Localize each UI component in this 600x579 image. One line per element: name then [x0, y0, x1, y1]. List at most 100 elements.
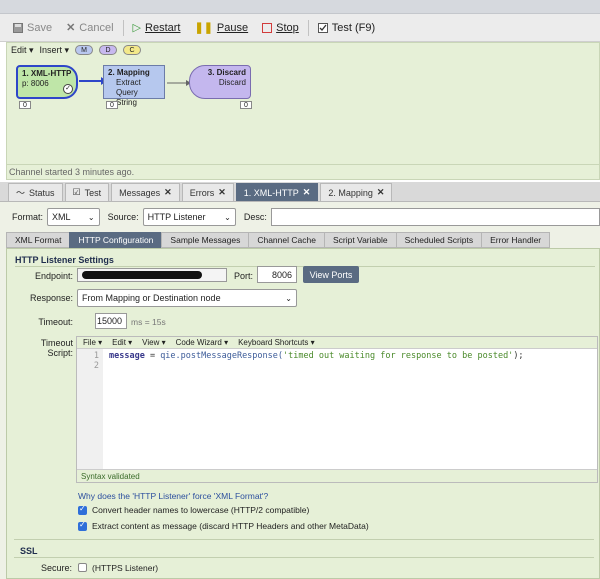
test-button[interactable]: Test (F9) — [311, 17, 382, 39]
close-icon[interactable]: ✕ — [218, 187, 226, 198]
flow-arrow — [167, 80, 191, 86]
tab-errors[interactable]: Errors ✕ — [181, 183, 234, 201]
mapping-pill[interactable]: M — [75, 45, 94, 55]
window-top-strip — [0, 0, 600, 14]
tab-status-label: Status — [29, 187, 55, 198]
tab-mapping-label: 2. Mapping — [328, 187, 373, 198]
chevron-down-icon: ⌄ — [285, 293, 292, 303]
secure-label: Secure: — [40, 563, 72, 573]
subtab-error-handler[interactable]: Error Handler — [481, 232, 551, 248]
cancel-button[interactable]: ✕ Cancel — [59, 17, 120, 39]
channel-tabs: 〜 Status ☑ Test Messages ✕ Errors ✕ 1. X… — [0, 182, 600, 202]
mapping-node[interactable]: 2. Mapping Extract Query String — [103, 65, 165, 107]
editor-menu-code-wizard[interactable]: Code Wizard ▾ — [176, 338, 228, 347]
pause-button[interactable]: ❚❚ Pause — [187, 17, 255, 39]
mapping-node-title: 2. Mapping — [108, 68, 150, 77]
close-icon[interactable]: ✕ — [164, 187, 172, 198]
save-label: Save — [27, 21, 53, 34]
response-select[interactable]: From Mapping or Destination node ⌄ — [77, 289, 297, 307]
restart-button[interactable]: ▷ Restart — [126, 17, 188, 39]
subtab-channel-cache[interactable]: Channel Cache — [248, 232, 324, 248]
secure-checkbox[interactable] — [78, 563, 87, 572]
stop-label: Stop — [276, 21, 299, 34]
save-button[interactable]: Save — [6, 17, 59, 39]
tab-messages[interactable]: Messages ✕ — [111, 183, 180, 201]
node-editor: Format: XML ⌄ Source: HTTP Listener ⌄ De… — [0, 202, 600, 579]
subtab-script-variable[interactable]: Script Variable — [323, 232, 396, 248]
node-settings-row: Format: XML ⌄ Source: HTTP Listener ⌄ De… — [0, 206, 600, 228]
test-label: Test (F9) — [331, 21, 376, 34]
format-select[interactable]: XML ⌄ — [47, 208, 100, 226]
insert-menu[interactable]: Insert ▾ — [40, 45, 70, 56]
canvas-menu: Edit ▾ Insert ▾ M D C — [7, 43, 599, 57]
code-token-function: qie.postMessageResponse( — [160, 351, 284, 361]
desc-input[interactable] — [270, 208, 600, 226]
subtab-http-configuration[interactable]: HTTP Configuration — [69, 232, 162, 248]
source-select[interactable]: HTTP Listener ⌄ — [142, 208, 236, 226]
timeout-label: Timeout: — [38, 317, 73, 327]
channel-canvas[interactable]: Edit ▾ Insert ▾ M D C 1. XML-HTTP p: 800… — [6, 42, 600, 180]
cancel-label: Cancel — [79, 21, 114, 34]
view-ports-button[interactable]: View Ports — [303, 266, 359, 283]
timeout-input[interactable]: 15000 — [95, 313, 127, 329]
destination-pill[interactable]: D — [99, 45, 118, 55]
lowercase-headers-checkbox[interactable] — [78, 504, 87, 515]
divider — [14, 557, 594, 558]
extract-content-checkbox[interactable] — [78, 520, 87, 531]
subtab-scheduled-scripts[interactable]: Scheduled Scripts — [395, 232, 482, 248]
close-icon[interactable]: ✕ — [377, 187, 385, 198]
endpoint-label: Endpoint: — [34, 271, 73, 281]
why-xml-format-link[interactable]: Why does the 'HTTP Listener' force 'XML … — [78, 491, 268, 501]
editor-menu: File ▾ Edit ▾ View ▾ Code Wizard ▾ Keybo… — [77, 337, 597, 349]
editor-menu-view[interactable]: View ▾ — [142, 338, 165, 347]
toolbar-separator — [122, 19, 124, 36]
pause-icon: ❚❚ — [194, 22, 213, 34]
editor-menu-edit[interactable]: Edit ▾ — [112, 338, 132, 347]
check-circle-icon: ✓ — [63, 84, 73, 94]
tab-mapping[interactable]: 2. Mapping ✕ — [320, 183, 393, 201]
toolbar-separator — [307, 19, 309, 36]
channel-toolbar: Save ✕ Cancel ▷ Restart ❚❚ Pause Stop Te… — [0, 14, 600, 42]
tab-messages-label: Messages — [119, 187, 161, 198]
restart-icon: ▷ — [132, 22, 142, 34]
timeout-script-editor[interactable]: File ▾ Edit ▾ View ▾ Code Wizard ▾ Keybo… — [76, 336, 598, 483]
subtab-xml-format[interactable]: XML Format — [6, 232, 70, 248]
editor-menu-keyboard-shortcuts[interactable]: Keyboard Shortcuts ▾ — [238, 338, 315, 347]
source-node-counter: 0 — [19, 101, 31, 109]
stop-button[interactable]: Stop — [255, 17, 306, 39]
tab-test[interactable]: ☑ Test — [64, 183, 110, 201]
line-gutter: 1 2 — [77, 349, 103, 470]
tab-xml-http[interactable]: 1. XML-HTTP ✕ — [235, 183, 319, 201]
subtab-sample-messages[interactable]: Sample Messages — [161, 232, 249, 248]
port-input[interactable]: 8006 — [257, 266, 297, 283]
syntax-status: Syntax validated — [77, 469, 597, 482]
ssl-title: SSL — [20, 546, 38, 556]
divider — [7, 164, 599, 165]
code-token-string: 'timed out waiting for response to be po… — [283, 351, 514, 361]
timeout-hint: ms = 15s — [131, 317, 166, 327]
tab-status[interactable]: 〜 Status — [8, 183, 63, 201]
timeout-script-label: Timeout Script: — [40, 338, 73, 358]
comment-pill[interactable]: C — [123, 45, 142, 55]
source-node[interactable]: 1. XML-HTTP p: 8006 ✓ — [16, 65, 78, 99]
format-label: Format: — [12, 212, 44, 222]
line-number: 2 — [93, 361, 99, 371]
discard-node[interactable]: 3. Discard Discard — [189, 65, 251, 99]
edit-menu[interactable]: Edit ▾ — [11, 45, 34, 56]
channel-status-text: Channel started 3 minutes ago. — [9, 167, 135, 177]
editor-menu-file[interactable]: File ▾ — [83, 338, 102, 347]
code-area[interactable]: 1 2 message = qie.postMessageResponse('t… — [77, 349, 597, 470]
redacted-endpoint — [82, 271, 202, 279]
checkbox-icon: ☑ — [72, 187, 81, 197]
discard-node-line1: Discard — [218, 78, 246, 87]
stop-icon — [262, 22, 273, 33]
pulse-icon: 〜 — [16, 188, 26, 198]
format-value: XML — [52, 212, 71, 222]
node-subtabs: XML Format HTTP Configuration Sample Mes… — [6, 232, 600, 248]
endpoint-field — [77, 268, 227, 282]
pause-label: Pause — [216, 21, 249, 34]
mapping-node-line1: Extract Query — [116, 78, 141, 97]
close-icon[interactable]: ✕ — [303, 187, 311, 198]
chevron-down-icon: ⌄ — [87, 212, 95, 222]
tab-errors-label: Errors — [189, 187, 215, 198]
